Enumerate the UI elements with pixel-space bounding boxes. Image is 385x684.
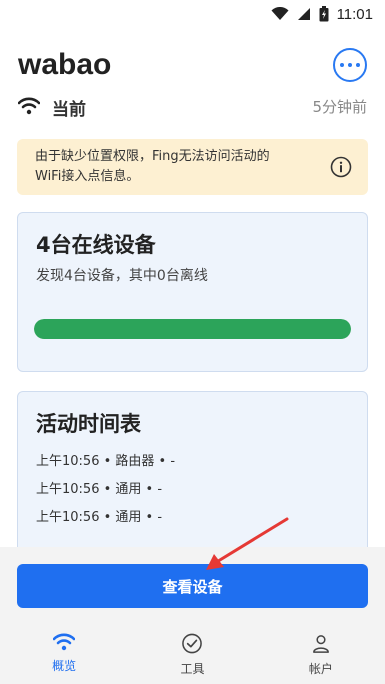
activity-list: 上午10:56 • 路由器 • - 上午10:56 • 通用 • - 上午10:… xyxy=(36,452,175,536)
nav-label-overview: 概览 xyxy=(52,659,77,673)
wifi-icon xyxy=(53,633,76,651)
nav-label-tools: 工具 xyxy=(180,662,205,676)
view-devices-button[interactable]: 查看设备 xyxy=(17,564,368,608)
bottom-area: 查看设备 概览 工具 帐户 xyxy=(0,547,385,684)
nav-item-tools[interactable]: 工具 xyxy=(128,633,256,677)
bottom-nav: 概览 工具 帐户 xyxy=(0,633,385,677)
online-devices-title: 4台在线设备 xyxy=(36,233,156,257)
status-bar: 11:01 xyxy=(0,0,385,28)
activity-item: 上午10:56 • 通用 • - xyxy=(36,510,163,525)
online-devices-subtitle: 发现4台设备，其中0台离线 xyxy=(36,268,208,284)
wifi-icon xyxy=(18,97,40,115)
account-icon xyxy=(312,635,329,653)
nav-label-account: 帐户 xyxy=(308,662,333,676)
location-permission-warning[interactable]: 由于缺少位置权限，Fing无法访问活动的 WiFi接入点信息。 xyxy=(17,139,368,195)
tools-icon xyxy=(182,633,203,654)
more-icon xyxy=(340,63,344,67)
activity-item: 上午10:56 • 通用 • - xyxy=(36,482,163,497)
activity-timeline-title: 活动时间表 xyxy=(36,412,141,436)
battery-icon xyxy=(319,6,329,22)
more-options-button[interactable] xyxy=(333,48,367,82)
activity-item: 上午10:56 • 路由器 • - xyxy=(36,454,176,469)
more-icon-dot xyxy=(348,63,352,67)
signal-wifi-icon xyxy=(271,7,289,20)
header: wabao xyxy=(18,46,367,86)
more-icon-dot xyxy=(356,63,360,67)
online-progress-bar xyxy=(34,319,351,339)
nav-item-overview[interactable]: 概览 xyxy=(0,633,128,677)
page-title: wabao xyxy=(18,48,112,81)
network-label: 当前 xyxy=(52,100,86,120)
online-progress-fill xyxy=(34,319,351,339)
warning-text-line2: WiFi接入点信息。 xyxy=(35,169,140,184)
warning-text-line1: 由于缺少位置权限，Fing无法访问活动的 xyxy=(35,149,270,164)
nav-item-account[interactable]: 帐户 xyxy=(257,633,385,677)
network-time-ago: 5分钟前 xyxy=(312,98,367,116)
network-row[interactable]: 当前 5分钟前 xyxy=(18,95,367,120)
activity-timeline-card[interactable]: 活动时间表 上午10:56 • 路由器 • - 上午10:56 • 通用 • -… xyxy=(17,391,368,561)
info-icon[interactable] xyxy=(330,156,352,178)
status-time: 11:01 xyxy=(336,5,373,23)
cellular-icon xyxy=(297,8,310,20)
online-devices-card[interactable]: 4台在线设备 发现4台设备，其中0台离线 xyxy=(17,212,368,372)
